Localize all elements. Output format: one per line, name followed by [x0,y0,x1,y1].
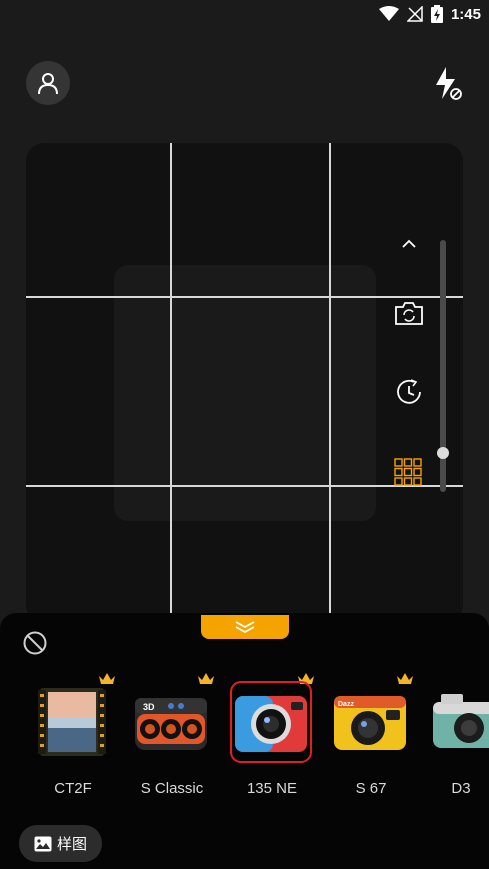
sample-images-button[interactable]: 样图 [19,825,102,862]
grid-line [170,143,172,623]
status-bar: 1:45 [0,0,489,30]
prohibit-icon [23,631,47,655]
camera-label: S 67 [355,780,387,797]
double-chevron-down-icon [235,621,255,634]
account-button[interactable] [26,61,70,105]
no-signal-icon [406,6,423,22]
battery-charging-icon [430,5,443,23]
camera-label: D3 [451,780,471,797]
camera-item-d3[interactable]: D3 [425,672,489,812]
image-icon [34,836,52,851]
switch-camera-icon [395,302,423,325]
instant-camera-icon: Dazz [334,696,406,750]
camera-thumbnail-selected [230,681,312,763]
expand-controls-button[interactable] [396,232,422,256]
sample-button-label: 样图 [56,836,87,853]
timer-icon [397,379,421,404]
retro-camera-icon [433,694,489,748]
camera-thumbnail [34,684,110,760]
camera-thumbnail: Dazz [332,684,408,760]
zoom-slider-handle[interactable] [437,447,449,459]
stereo-camera-icon: 3D [135,698,207,750]
status-time: 1:45 [450,5,481,23]
flash-off-icon [436,67,462,100]
no-filter-button[interactable] [22,630,48,656]
flash-toggle-button[interactable] [430,64,466,104]
chevron-up-icon [402,239,416,248]
person-icon [38,73,58,95]
wifi-icon [378,6,399,21]
camera-label: S Classic [140,780,204,797]
grid-line [329,143,331,623]
timer-button[interactable] [392,376,426,408]
focus-frame [114,265,376,521]
film-strip-icon [38,688,106,756]
svg-text:Dazz: Dazz [338,701,354,708]
status-icons: 1:45 [378,5,481,23]
grid-toggle-button[interactable] [393,457,423,487]
camera-label: CT2F [54,780,92,797]
camera-thumbnail [431,684,489,760]
camera-thumbnail: 3D [133,684,209,760]
compact-camera-icon [235,696,307,752]
switch-camera-button[interactable] [392,298,426,328]
svg-text:3D: 3D [143,702,155,712]
grid-icon [394,458,422,486]
collapse-panel-button[interactable] [201,615,289,639]
camera-label: 135 NE [246,780,298,797]
